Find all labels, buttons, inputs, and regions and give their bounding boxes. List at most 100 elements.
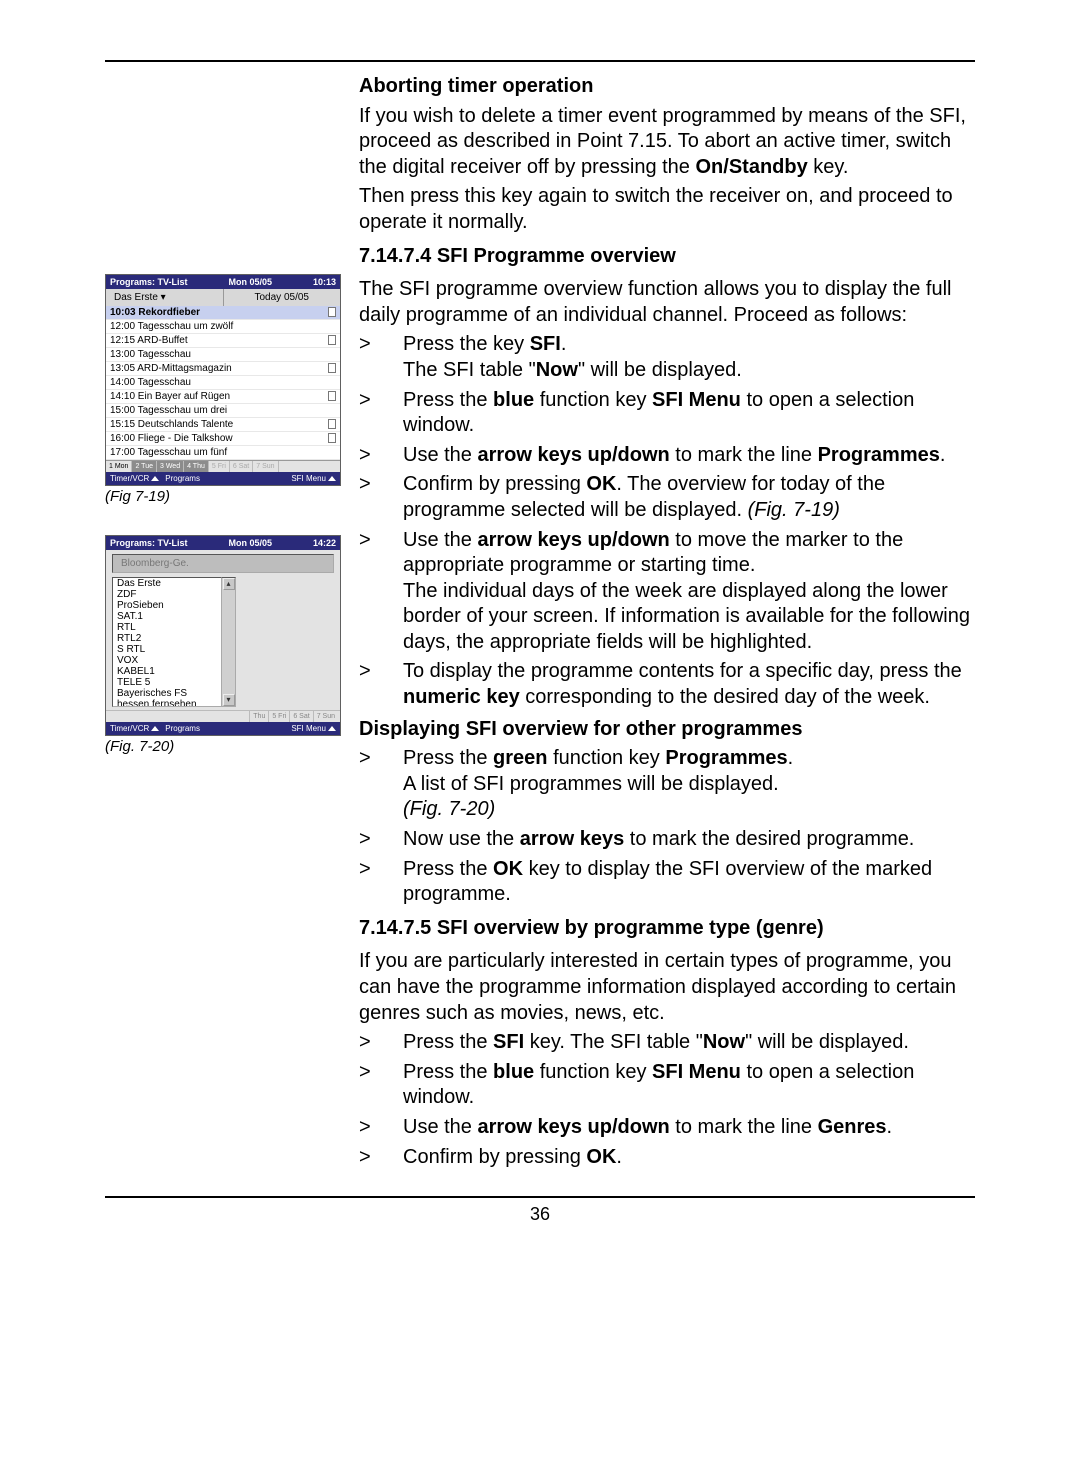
day-tab[interactable]: 7 Sun bbox=[253, 461, 278, 472]
programme-row[interactable]: 13:05 ARD-Mittagsmagazin bbox=[106, 362, 340, 376]
day-tab[interactable]: Thu bbox=[249, 711, 268, 722]
day-tab[interactable]: 7 Sun bbox=[313, 711, 338, 722]
programme-row[interactable]: 17:00 Tagesschau um fünf bbox=[106, 446, 340, 460]
programme-row[interactable]: 12:15 ARD-Buffet bbox=[106, 334, 340, 348]
rule-bottom bbox=[105, 1196, 975, 1198]
today-label: Today 05/05 bbox=[224, 289, 341, 306]
fig20-time: 14:22 bbox=[313, 538, 336, 548]
fig20-caption: (Fig. 7-20) bbox=[105, 738, 341, 755]
arrow-up-icon bbox=[328, 476, 336, 481]
day-tab[interactable]: 4 Thu bbox=[184, 461, 209, 472]
scrollbar[interactable]: ▴ ▾ bbox=[222, 577, 236, 707]
day-tab[interactable]: 5 Fri bbox=[268, 711, 289, 722]
footer-sfimenu[interactable]: SFI Menu bbox=[291, 474, 336, 483]
heading-7-14-7-5: 7.14.7.5 SFI overview by programme type … bbox=[359, 916, 975, 942]
step: Use the arrow keys up/down to mark the l… bbox=[403, 443, 975, 469]
heading-7-14-7-4: 7.14.7.4 SFI Programme overview bbox=[359, 244, 975, 270]
step: Press the green function key Programmes.… bbox=[403, 746, 975, 823]
channel-item[interactable]: ZDF bbox=[113, 589, 221, 600]
fig19-header: Programs: TV-List Mon 05/05 10:13 bbox=[106, 275, 340, 289]
programme-row[interactable]: 10:03 Rekordfieber bbox=[106, 306, 340, 320]
fig19-title: Programs: TV-List bbox=[110, 277, 188, 287]
programme-list[interactable]: 10:03 Rekordfieber12:00 Tagesschau um zw… bbox=[106, 306, 340, 460]
step: Now use the arrow keys to mark the desir… bbox=[403, 827, 975, 853]
scroll-down-icon[interactable]: ▾ bbox=[223, 694, 235, 706]
content: Programs: TV-List Mon 05/05 10:13 Das Er… bbox=[105, 74, 975, 1174]
programme-row[interactable]: 13:00 Tagesschau bbox=[106, 348, 340, 362]
overview-intro: The SFI programme overview function allo… bbox=[359, 277, 975, 328]
step: Press the OK key to display the SFI over… bbox=[403, 857, 975, 908]
day-tab[interactable]: 2 Tue bbox=[132, 461, 157, 472]
fig19-caption: (Fig 7-19) bbox=[105, 488, 341, 505]
footer-programs[interactable]: Programs bbox=[165, 724, 200, 733]
channel-list[interactable]: Das ErsteZDFProSiebenSAT.1RTLRTL2S RTLVO… bbox=[112, 577, 222, 707]
arrow-up-icon bbox=[151, 726, 159, 731]
footer-programs[interactable]: Programs bbox=[165, 474, 200, 483]
channel-item[interactable]: Das Erste bbox=[113, 578, 221, 589]
day-tab[interactable]: 6 Sat bbox=[289, 711, 312, 722]
abort-para2: Then press this key again to switch the … bbox=[359, 184, 975, 235]
day-tabs[interactable]: 1 Mon2 Tue3 Wed4 Thu5 Fri6 Sat7 Sun bbox=[106, 460, 340, 472]
footer-timer[interactable]: Timer/VCR bbox=[110, 724, 159, 733]
arrow-up-icon bbox=[328, 726, 336, 731]
programme-row[interactable]: 14:00 Tagesschau bbox=[106, 376, 340, 390]
channel-dropdown[interactable]: Das Erste ▾ bbox=[106, 289, 224, 306]
step: Press the blue function key SFI Menu to … bbox=[403, 388, 975, 439]
day-tab[interactable]: 5 Fri bbox=[209, 461, 230, 472]
step: Confirm by pressing OK. bbox=[403, 1145, 975, 1171]
doc-icon bbox=[328, 433, 336, 443]
page-number: 36 bbox=[105, 1204, 975, 1225]
step: Press the key SFI.The SFI table "Now" wi… bbox=[403, 332, 975, 383]
fig-7-20: Programs: TV-List Mon 05/05 14:22 Bloomb… bbox=[105, 535, 341, 736]
page: Programs: TV-List Mon 05/05 10:13 Das Er… bbox=[0, 0, 1080, 1467]
footer-sfimenu[interactable]: SFI Menu bbox=[291, 724, 336, 733]
step: Confirm by pressing OK. The overview for… bbox=[403, 472, 975, 523]
rule-top bbox=[105, 60, 975, 62]
day-tabs[interactable]: Thu5 Fri6 Sat7 Sun bbox=[106, 710, 340, 722]
doc-icon bbox=[328, 307, 336, 317]
fig-7-19: Programs: TV-List Mon 05/05 10:13 Das Er… bbox=[105, 274, 341, 486]
fig19-date: Mon 05/05 bbox=[228, 277, 272, 287]
channel-item[interactable]: KABEL1 bbox=[113, 666, 221, 677]
channel-item[interactable]: ProSieben bbox=[113, 600, 221, 611]
arrow-up-icon bbox=[151, 476, 159, 481]
text-column: Aborting timer operation If you wish to … bbox=[359, 74, 975, 1174]
programme-row[interactable]: 12:00 Tagesschau um zwölf bbox=[106, 320, 340, 334]
step: Use the arrow keys up/down to mark the l… bbox=[403, 1115, 975, 1141]
fig20-header: Programs: TV-List Mon 05/05 14:22 bbox=[106, 536, 340, 550]
channel-item[interactable]: TELE 5 bbox=[113, 677, 221, 688]
doc-icon bbox=[328, 335, 336, 345]
fig20-title: Programs: TV-List bbox=[110, 538, 188, 548]
day-tab[interactable]: 1 Mon bbox=[106, 461, 132, 472]
day-tab[interactable]: 3 Wed bbox=[157, 461, 184, 472]
channel-item[interactable]: RTL2 bbox=[113, 633, 221, 644]
programme-row[interactable]: 16:00 Fliege - Die Talkshow bbox=[106, 432, 340, 446]
channel-item[interactable]: VOX bbox=[113, 655, 221, 666]
abort-para1: If you wish to delete a timer event prog… bbox=[359, 104, 975, 181]
channel-item[interactable]: hessen fernsehen bbox=[113, 699, 221, 707]
step: Press the blue function key SFI Menu to … bbox=[403, 1060, 975, 1111]
genre-intro: If you are particularly interested in ce… bbox=[359, 949, 975, 1026]
programme-row[interactable]: 15:00 Tagesschau um drei bbox=[106, 404, 340, 418]
channel-item[interactable]: S RTL bbox=[113, 644, 221, 655]
programme-row[interactable]: 14:10 Ein Bayer auf Rügen bbox=[106, 390, 340, 404]
doc-icon bbox=[328, 391, 336, 401]
step: Press the SFI key. The SFI table "Now" w… bbox=[403, 1030, 975, 1056]
step: Use the arrow keys up/down to move the m… bbox=[403, 528, 975, 656]
channel-list-wrap: Das ErsteZDFProSiebenSAT.1RTLRTL2S RTLVO… bbox=[112, 577, 334, 707]
genre-steps: >Press the SFI key. The SFI table "Now" … bbox=[359, 1030, 975, 1170]
fig20-footer: Timer/VCR Programs SFI Menu bbox=[106, 722, 340, 735]
programme-row[interactable]: 15:15 Deutschlands Talente bbox=[106, 418, 340, 432]
displaying-steps: >Press the green function key Programmes… bbox=[359, 746, 975, 908]
channel-item[interactable]: RTL bbox=[113, 622, 221, 633]
displaying-heading: Displaying SFI overview for other progra… bbox=[359, 718, 802, 740]
overview-steps: >Press the key SFI.The SFI table "Now" w… bbox=[359, 332, 975, 710]
footer-timer[interactable]: Timer/VCR bbox=[110, 474, 159, 483]
fig19-subheader: Das Erste ▾ Today 05/05 bbox=[106, 289, 340, 306]
channel-item[interactable]: Bayerisches FS bbox=[113, 688, 221, 699]
scroll-up-icon[interactable]: ▴ bbox=[223, 578, 235, 590]
selected-channel[interactable]: Bloomberg-Ge. bbox=[112, 554, 334, 573]
channel-item[interactable]: SAT.1 bbox=[113, 611, 221, 622]
aborting-heading: Aborting timer operation bbox=[359, 75, 593, 97]
day-tab[interactable]: 6 Sat bbox=[230, 461, 253, 472]
